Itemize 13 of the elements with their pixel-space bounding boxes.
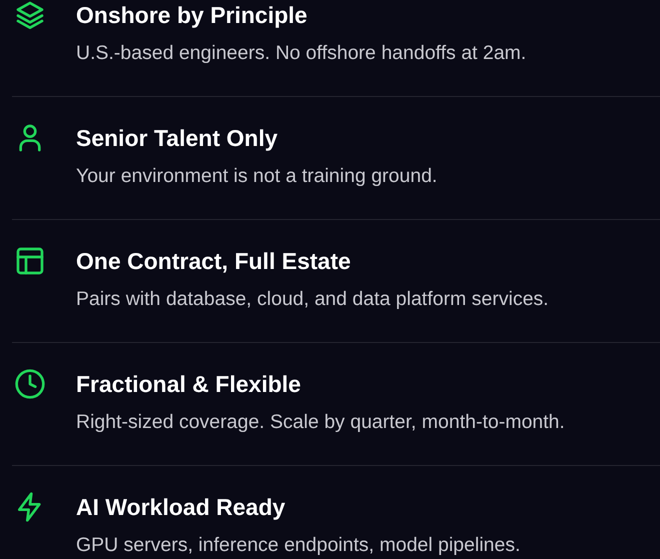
feature-description: GPU servers, inference endpoints, model pipelines. xyxy=(76,533,520,557)
feature-title: Senior Talent Only xyxy=(76,124,278,153)
feature-description: Right-sized coverage. Scale by quarter, month-to-month. xyxy=(76,410,565,434)
feature-description: Pairs with database, cloud, and data platform services. xyxy=(76,287,549,311)
layers-icon xyxy=(14,0,46,31)
layout-icon xyxy=(14,245,46,277)
feature-description: U.S.-based engineers. No offshore handoffs at 2am. xyxy=(76,41,526,65)
feature-description: Your environment is not a training ground. xyxy=(76,164,438,188)
feature-title: AI Workload Ready xyxy=(76,493,286,522)
feature-title: One Contract, Full Estate xyxy=(76,247,352,276)
feature-title: Onshore by Principle xyxy=(76,1,308,30)
clock-icon xyxy=(14,368,46,400)
feature-title: Fractional & Flexible xyxy=(76,370,302,399)
